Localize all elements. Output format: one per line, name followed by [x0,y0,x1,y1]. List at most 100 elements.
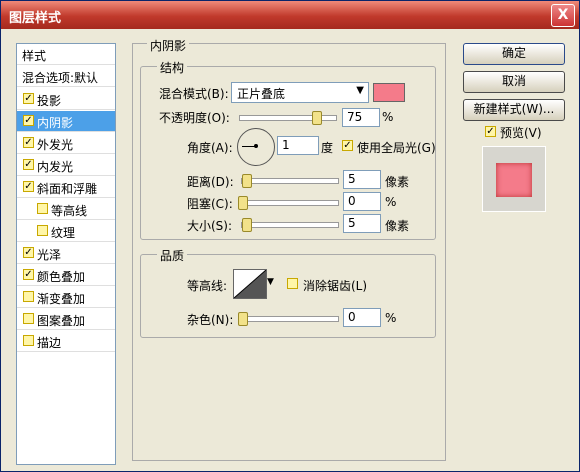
preview-label[interactable]: 预览(V) [500,124,542,141]
noise-value: 0 [348,310,356,324]
angle-value: 1 [282,138,290,152]
distance-slider[interactable] [241,174,339,188]
choke-input[interactable]: 0 [343,192,381,211]
size-slider[interactable] [241,218,339,232]
angle-input[interactable]: 1 [277,136,319,155]
anti-alias-label[interactable]: 消除锯齿(L) [303,277,367,294]
blend-color-swatch[interactable] [373,83,405,102]
pattern-overlay-checkbox[interactable] [23,313,34,324]
gradient-overlay-checkbox[interactable] [23,291,34,302]
blend-mode-select[interactable]: 正片叠底 ▼ [231,82,369,103]
angle-unit: 度 [321,141,334,155]
choke-slider-thumb[interactable] [238,196,248,210]
drop-shadow-checkbox[interactable] [23,93,34,104]
inner-shadow-panel: 内阴影 结构 混合模式(B): 正片叠底 ▼ 不透明度(O): 75 % 角度(… [132,37,446,461]
contour-checkbox[interactable] [37,203,48,214]
style-item-gradient-overlay[interactable]: 渐变叠加 [17,287,115,308]
quality-group: 品质 等高线: ▼ 消除锯齿(L) 杂色(N): 0 % [140,247,436,338]
style-item-texture[interactable]: 纹理 [17,221,115,242]
inner-shadow-checkbox[interactable] [23,115,34,126]
satin-label: 光泽 [37,248,62,262]
drop-shadow-label: 投影 [37,94,62,108]
noise-input[interactable]: 0 [343,308,381,327]
opacity-slider[interactable] [239,111,337,125]
close-button[interactable]: X [551,4,575,27]
size-input[interactable]: 5 [343,214,381,233]
style-item-inner-glow[interactable]: 内发光 [17,155,115,176]
outer-glow-label: 外发光 [37,138,74,152]
style-item-drop-shadow[interactable]: 投影 [17,89,115,110]
bevel-emboss-label: 斜面和浮雕 [37,182,98,196]
choke-label: 阻塞(C): [187,197,233,211]
contour-label: 等高线 [51,204,88,218]
size-label: 大小(S): [187,219,233,233]
noise-slider[interactable] [238,312,339,326]
style-item-pattern-overlay[interactable]: 图案叠加 [17,309,115,330]
style-item-contour[interactable]: 等高线 [17,199,115,220]
style-item-bevel-emboss[interactable]: 斜面和浮雕 [17,177,115,198]
stroke-label: 描边 [37,336,62,350]
opacity-value: 75 [347,110,363,124]
noise-unit: % [385,311,397,325]
inner-shadow-label: 内阴影 [37,116,74,130]
opacity-label: 不透明度(O): [159,111,230,125]
size-value: 5 [348,216,356,230]
inner-glow-checkbox[interactable] [23,159,34,170]
contour-label-field: 等高线: [187,279,228,293]
angle-dial-center [254,144,258,148]
opacity-input[interactable]: 75 [342,108,380,127]
layer-style-dialog: 图层样式 X 样式 混合选项:默认 投影 内阴影 外发光 内发光 斜面和浮雕 [0,0,580,472]
style-item-color-overlay[interactable]: 颜色叠加 [17,265,115,286]
noise-label: 杂色(N): [187,313,234,327]
global-light-label[interactable]: 使用全局光(G) [357,139,436,156]
preview-swatch [496,163,532,197]
distance-slider-thumb[interactable] [242,174,252,188]
distance-label: 距离(D): [187,175,234,189]
quality-title: 品质 [157,247,188,264]
outer-glow-checkbox[interactable] [23,137,34,148]
angle-label: 角度(A): [187,141,233,155]
color-overlay-label: 颜色叠加 [37,270,86,284]
texture-label: 纹理 [51,226,76,240]
size-slider-thumb[interactable] [242,218,252,232]
inner-glow-label: 内发光 [37,160,74,174]
stroke-checkbox[interactable] [23,335,34,346]
blend-options-item[interactable]: 混合选项:默认 [17,66,115,87]
satin-checkbox[interactable] [23,247,34,258]
structure-title: 结构 [157,59,188,76]
structure-group: 结构 混合模式(B): 正片叠底 ▼ 不透明度(O): 75 % 角度(A): … [140,59,436,240]
noise-slider-thumb[interactable] [238,312,248,326]
choke-value: 0 [348,194,356,208]
style-item-inner-shadow[interactable]: 内阴影 [17,111,115,132]
style-list: 样式 混合选项:默认 投影 内阴影 外发光 内发光 斜面和浮雕 等高线 [16,43,116,465]
angle-dial[interactable] [237,128,275,166]
gradient-overlay-label: 渐变叠加 [37,292,86,306]
cancel-button[interactable]: 取消 [463,71,565,93]
preview-checkbox[interactable] [485,126,496,137]
ok-button[interactable]: 确定 [463,43,565,65]
style-list-header[interactable]: 样式 [17,44,115,65]
style-preview [482,146,546,212]
style-item-stroke[interactable]: 描边 [17,331,115,352]
style-item-outer-glow[interactable]: 外发光 [17,133,115,154]
blend-options-label: 混合选项:默认 [22,71,99,85]
color-overlay-checkbox[interactable] [23,269,34,280]
new-style-button[interactable]: 新建样式(W)... [463,99,565,121]
contour-picker[interactable] [233,269,267,299]
chevron-down-icon: ▼ [356,85,364,96]
contour-dropdown-icon[interactable]: ▼ [267,277,274,287]
choke-slider[interactable] [238,196,339,210]
global-light-checkbox[interactable] [342,140,353,151]
anti-alias-checkbox[interactable] [287,278,298,289]
opacity-unit: % [382,110,394,124]
title-bar: 图层样式 X [1,1,579,29]
distance-input[interactable]: 5 [343,170,381,189]
style-item-satin[interactable]: 光泽 [17,243,115,264]
bevel-emboss-checkbox[interactable] [23,181,34,192]
opacity-slider-thumb[interactable] [312,111,322,125]
texture-checkbox[interactable] [37,225,48,236]
contour-preview-icon [233,269,267,299]
style-list-header-label: 样式 [22,49,47,63]
choke-unit: % [385,195,397,209]
distance-unit: 像素 [385,175,410,189]
